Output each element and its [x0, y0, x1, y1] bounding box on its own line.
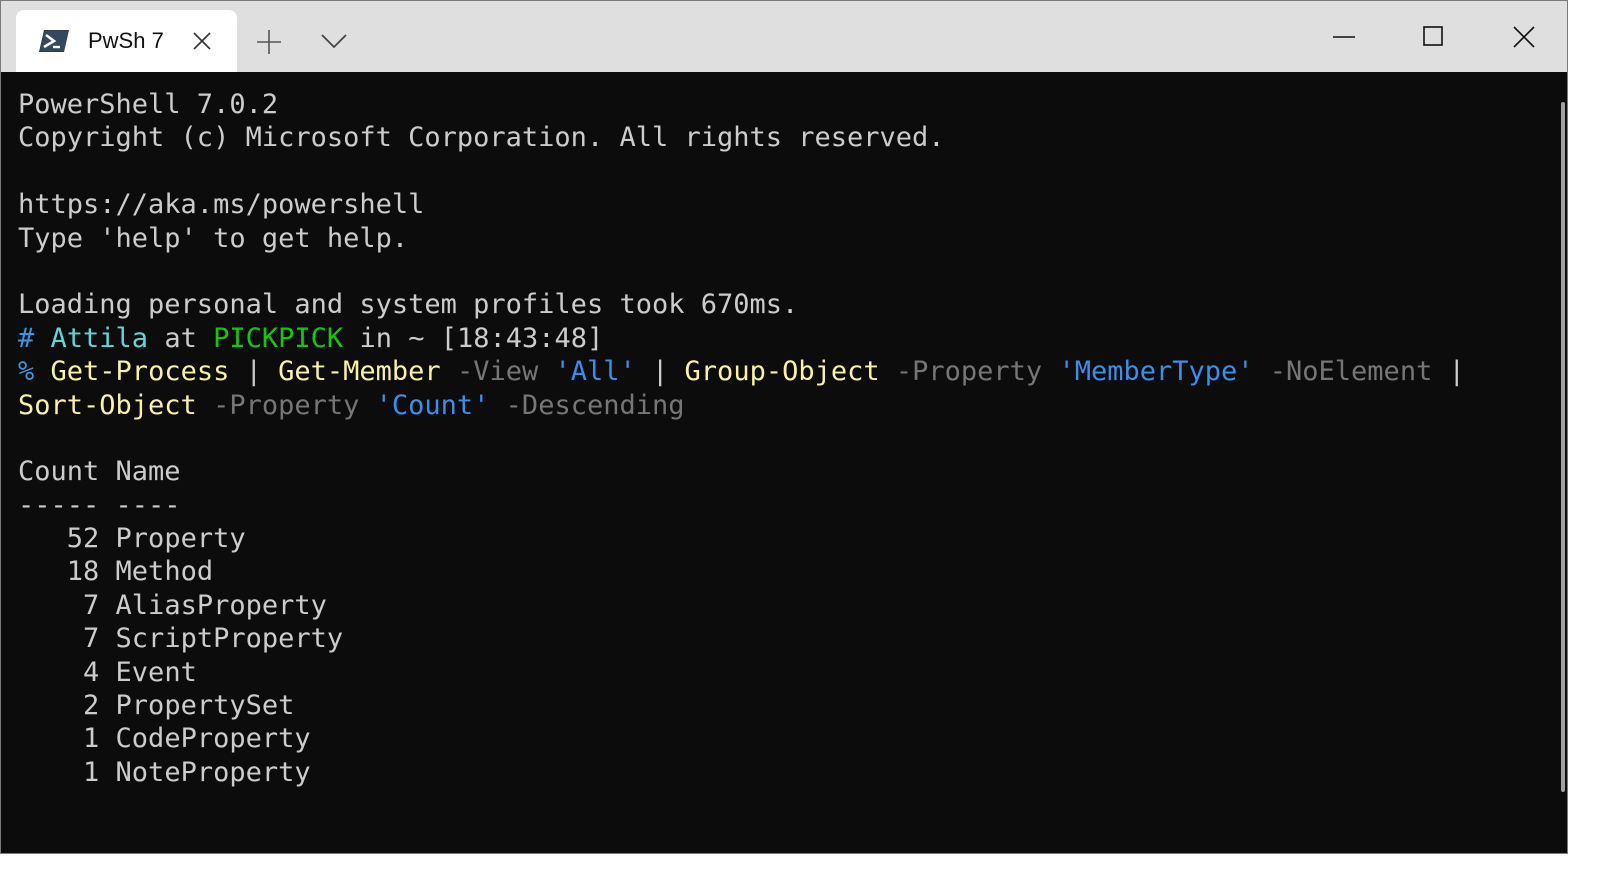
row-name: PropertySet: [115, 690, 295, 722]
maximize-icon: [1423, 26, 1443, 46]
row-name: Method: [115, 556, 214, 588]
command-token: |: [229, 356, 279, 388]
row-count: 18: [18, 556, 100, 588]
terminal-output[interactable]: PowerShell 7.0.2 Copyright (c) Microsoft…: [1, 72, 1567, 853]
row-count: 4: [18, 656, 100, 688]
table-row: 1 CodeProperty: [18, 722, 1465, 755]
table-row: 1 NoteProperty: [18, 756, 1465, 789]
prompt-line: # Attila at PICKPICK in ~ [18:43:48]: [18, 322, 1465, 355]
command-line: % Get-Process | Get-Member -View 'All' |…: [18, 355, 1465, 388]
row-count: 1: [18, 723, 100, 755]
row-count: 52: [18, 523, 100, 555]
banner-line: Copyright (c) Microsoft Corporation. All…: [18, 122, 945, 154]
chevron-down-icon[interactable]: [321, 33, 347, 49]
command-token: -Property: [196, 389, 376, 421]
maximize-button[interactable]: [1388, 1, 1478, 72]
banner-line: Type 'help' to get help.: [18, 222, 409, 254]
minimize-button[interactable]: [1298, 1, 1388, 72]
table-row: 7 ScriptProperty: [18, 622, 1465, 655]
row-name: Event: [115, 656, 197, 688]
prompt-path: ~: [408, 322, 425, 354]
table-header: Count Name: [18, 456, 181, 488]
command-token: Sort-Object: [18, 389, 197, 421]
prompt-sigil: %: [18, 356, 35, 388]
close-button[interactable]: [1478, 1, 1567, 72]
prompt-in: in: [359, 322, 392, 354]
prompt-user: Attila: [50, 322, 149, 354]
prompt-host: PICKPICK: [213, 322, 344, 354]
row-count: 7: [18, 589, 100, 621]
title-bar[interactable]: PwSh 7: [1, 1, 1567, 72]
banner-line: PowerShell 7.0.2: [18, 89, 279, 120]
close-icon: [1513, 26, 1535, 48]
command-token: Get-Member: [278, 356, 441, 388]
command-token: -NoElement: [1253, 356, 1433, 388]
row-name: CodeProperty: [115, 723, 311, 755]
new-tab-plus-icon[interactable]: [256, 29, 282, 55]
tab-close-icon[interactable]: [192, 31, 212, 51]
prompt-hash: #: [18, 322, 35, 354]
command-token: Group-Object: [684, 356, 880, 388]
scrollbar[interactable]: [1561, 102, 1565, 792]
terminal-window: PwSh 7 PowerShell 7.0.2 Copyright (c) Mi…: [0, 0, 1568, 854]
powershell-icon: [38, 29, 70, 53]
table-row: 2 PropertySet: [18, 689, 1465, 722]
row-name: NoteProperty: [115, 756, 311, 788]
banner-line: https://aka.ms/powershell: [18, 189, 425, 221]
command-token: -View: [440, 356, 555, 388]
command-line-continuation: Sort-Object -Property 'Count' -Descendin…: [18, 389, 1465, 422]
row-name: ScriptProperty: [115, 623, 344, 655]
banner-line: Loading personal and system profiles too…: [18, 289, 799, 321]
table-row: 18 Method: [18, 555, 1465, 588]
minimize-icon: [1333, 36, 1355, 38]
command-token: -Descending: [489, 389, 685, 421]
tab-title: PwSh 7: [88, 28, 164, 53]
command-token: Get-Process: [50, 356, 230, 388]
banner-line: [18, 255, 1465, 288]
row-count: 7: [18, 623, 100, 655]
banner-line: [18, 155, 1465, 188]
table-row: 7 AliasProperty: [18, 589, 1465, 622]
tab-pwsh[interactable]: PwSh 7: [16, 10, 237, 72]
command-token: |: [1432, 356, 1465, 388]
prompt-time: [18:43:48]: [440, 322, 604, 354]
table-rule: ----- ----: [18, 489, 181, 521]
row-name: Property: [115, 523, 246, 555]
command-token: -Property: [879, 356, 1059, 388]
row-name: AliasProperty: [115, 589, 327, 621]
table-row: 4 Event: [18, 656, 1465, 689]
table-row: 52 Property: [18, 522, 1465, 555]
command-token: 'Count': [375, 389, 490, 421]
prompt-at: at: [164, 322, 197, 354]
row-count: 1: [18, 756, 100, 788]
row-count: 2: [18, 690, 100, 722]
command-token: 'MemberType': [1058, 356, 1254, 388]
command-token: 'All': [554, 356, 636, 388]
command-token: |: [635, 356, 685, 388]
